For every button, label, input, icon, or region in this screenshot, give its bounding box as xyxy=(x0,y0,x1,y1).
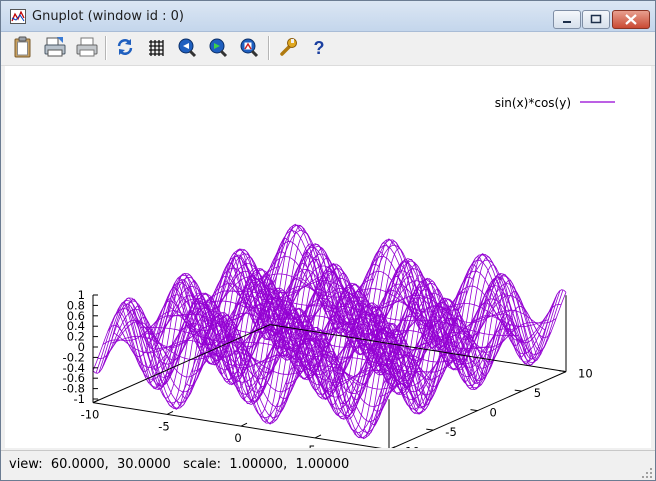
title-bar[interactable]: Gnuplot (window id : 0) xyxy=(1,1,655,32)
x-tick xyxy=(92,399,100,404)
maximize-button[interactable] xyxy=(582,10,610,29)
close-button[interactable] xyxy=(612,10,650,29)
x-tick-label: 5 xyxy=(308,443,315,448)
grid-icon xyxy=(149,40,164,56)
zoom-prev-button[interactable] xyxy=(175,35,199,59)
grid-button[interactable] xyxy=(144,35,168,59)
toolbar-separator xyxy=(105,36,107,60)
options-button[interactable] xyxy=(276,35,300,59)
y-tick-label: 0 xyxy=(490,406,497,420)
wrench-icon xyxy=(280,38,297,56)
y-tick-label: -10 xyxy=(401,445,420,448)
x-tick-label: -5 xyxy=(158,419,169,433)
copy-clipboard-button[interactable] xyxy=(11,35,35,59)
minimize-button[interactable] xyxy=(553,10,581,29)
zoom-prev-icon xyxy=(178,38,197,58)
y-tick xyxy=(514,389,522,392)
replot-button[interactable] xyxy=(113,35,137,59)
x-tick xyxy=(166,410,174,415)
y-tick-label: -5 xyxy=(445,425,456,439)
resize-grip-icon[interactable] xyxy=(641,467,653,479)
zoom-next-icon xyxy=(209,38,228,58)
x-tick xyxy=(314,434,322,439)
plot-area[interactable]: 10.80.60.40.20-0.2-0.4-0.6-0.8-1-10-5051… xyxy=(5,66,651,469)
clipboard-icon xyxy=(14,36,31,58)
y-tick xyxy=(470,409,478,412)
printer-icon xyxy=(44,37,66,57)
help-button[interactable]: ? xyxy=(307,35,331,59)
status-text: view: 60.0000, 30.0000 scale: 1.00000, 1… xyxy=(9,457,350,472)
zoom-autoscale-icon xyxy=(240,38,259,58)
x-tick-label: -10 xyxy=(81,408,100,422)
legend-label: sin(x)*cos(y) xyxy=(495,96,571,110)
gnuplot-window: Gnuplot (window id : 0) ? 1 0.8 0.6 0.4 … xyxy=(0,0,656,481)
help-icon: ? xyxy=(314,38,325,58)
minimize-icon xyxy=(563,21,571,23)
z-tick-label: -1 xyxy=(74,392,85,406)
print-button[interactable] xyxy=(75,35,99,59)
autoscale-button[interactable] xyxy=(237,35,261,59)
svg-text:?: ? xyxy=(314,38,325,58)
printer-icon xyxy=(76,37,98,57)
gnuplot-app-icon xyxy=(10,9,26,24)
y-tick xyxy=(558,370,567,373)
close-icon xyxy=(625,14,637,25)
status-bar: view: 60.0000, 30.0000 scale: 1.00000, 1… xyxy=(1,450,655,480)
y-tick-label: 10 xyxy=(578,367,593,381)
toolbar: ? xyxy=(1,32,655,66)
x-tick xyxy=(240,422,248,427)
window-title: Gnuplot (window id : 0) xyxy=(32,9,184,24)
print-preview-button[interactable] xyxy=(43,35,67,59)
y-tick-label: 5 xyxy=(534,386,541,400)
y-tick xyxy=(426,428,434,431)
surface-plot: 10.80.60.40.20-0.2-0.4-0.6-0.8-1-10-5051… xyxy=(63,96,615,469)
toolbar-separator xyxy=(268,36,270,60)
maximize-icon xyxy=(590,14,602,24)
zoom-next-button[interactable] xyxy=(206,35,230,59)
x-tick-label: 0 xyxy=(234,431,241,445)
refresh-icon xyxy=(117,39,133,55)
